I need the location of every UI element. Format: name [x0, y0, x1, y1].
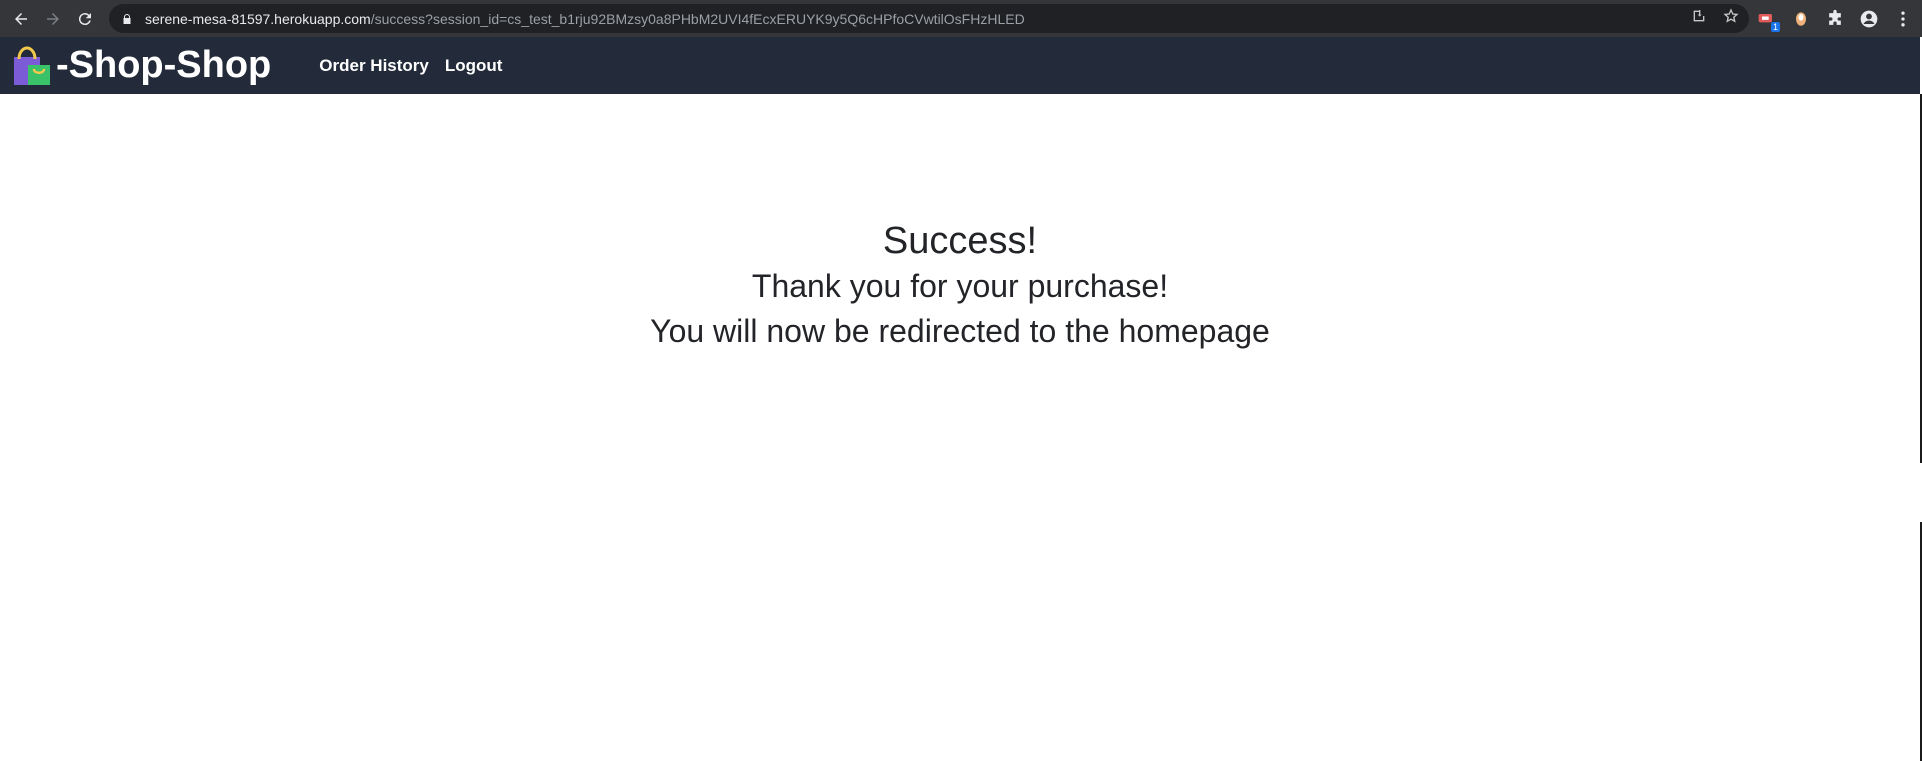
lock-icon[interactable] [121, 12, 135, 26]
forward-icon[interactable] [40, 6, 66, 32]
star-icon[interactable] [1723, 8, 1739, 29]
shopping-bag-icon [12, 45, 54, 87]
browser-toolbar: serene-mesa-81597.herokuapp.com/success?… [0, 0, 1922, 37]
url-text[interactable]: serene-mesa-81597.herokuapp.com/success?… [145, 11, 1025, 27]
reload-icon[interactable] [72, 6, 98, 32]
extension-icon[interactable] [1790, 8, 1812, 30]
extension-icon[interactable]: 1 [1756, 8, 1780, 32]
logout-link[interactable]: Logout [445, 56, 503, 76]
install-icon[interactable] [1691, 8, 1707, 29]
header-nav: Order History Logout [319, 56, 502, 76]
app-header: -Shop-Shop Order History Logout [0, 37, 1920, 94]
profile-icon[interactable] [1858, 8, 1880, 30]
redirect-text: You will now be redirected to the homepa… [650, 313, 1270, 349]
extension-badge: 1 [1770, 21, 1780, 32]
success-title: Success! [882, 220, 1038, 262]
menu-icon[interactable] [1892, 8, 1914, 30]
order-history-link[interactable]: Order History [319, 56, 429, 76]
brand[interactable]: -Shop-Shop [12, 44, 271, 87]
address-bar[interactable]: serene-mesa-81597.herokuapp.com/success?… [109, 4, 1749, 33]
brand-title: -Shop-Shop [56, 44, 272, 86]
back-icon[interactable] [8, 6, 34, 32]
main-content: Success! Thank you for your purchase! Yo… [0, 94, 1920, 761]
success-message: Success! Thank you for your purchase! Yo… [0, 218, 1920, 354]
puzzle-icon[interactable] [1824, 8, 1846, 30]
thank-you-text: Thank you for your purchase! [751, 268, 1169, 304]
